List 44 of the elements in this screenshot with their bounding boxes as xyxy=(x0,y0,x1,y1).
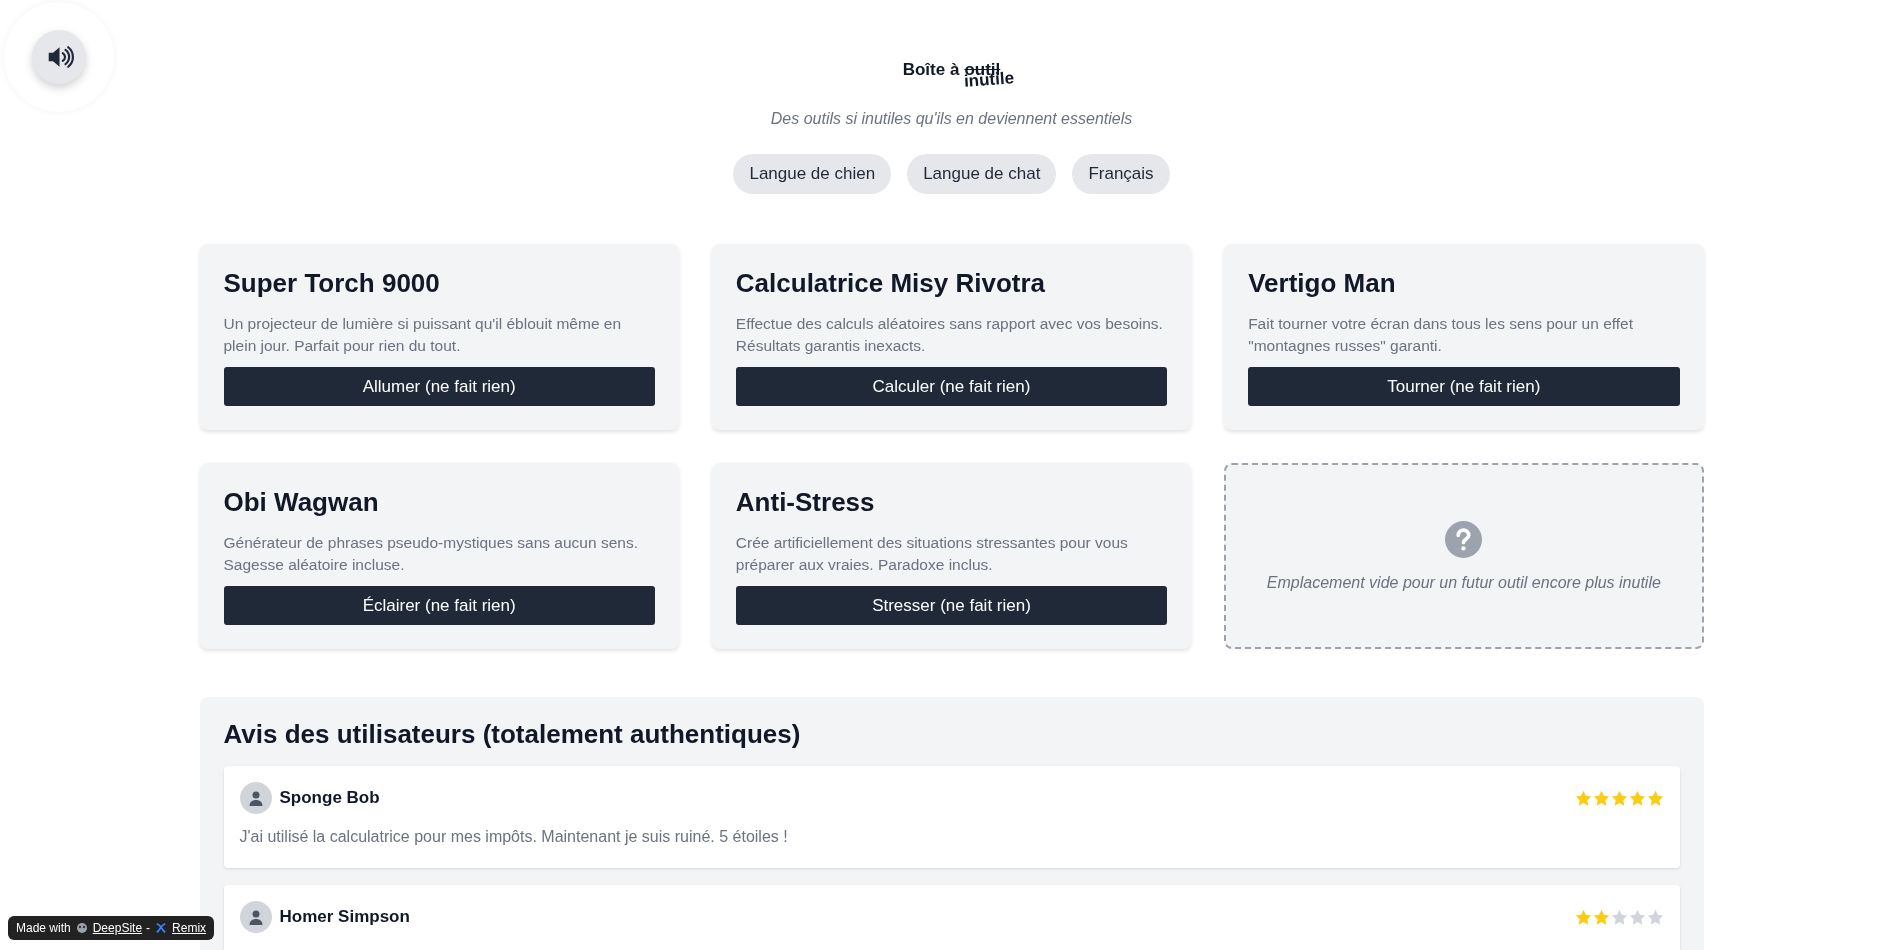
subtitle: Des outils si inutiles qu'ils en deviennent essentiels xyxy=(770,110,1133,128)
empty-slot-text: Emplacement vide pour un futur outil encore plus inutile xyxy=(1266,573,1661,592)
star-icon xyxy=(1592,908,1610,926)
card-title: Obi Wagwan xyxy=(223,487,380,518)
review-text: J'ai utilisé la calculatrice pour mes impôts. Maintenant je suis ruiné. 5 étoiles ! xyxy=(239,828,789,846)
language-button[interactable]: Langue de chat xyxy=(907,154,1057,194)
section-title: Avis des utilisateurs (totalement authentiques) xyxy=(223,719,802,750)
action-button[interactable]: Allumer (ne fait rien) xyxy=(223,367,655,406)
action-button[interactable]: Éclairer (ne fait rien) xyxy=(223,586,655,625)
action-button[interactable]: Calculer (ne fait rien) xyxy=(735,367,1168,406)
star-icon xyxy=(1574,908,1592,926)
star-icon xyxy=(1592,789,1610,807)
separator-text: - xyxy=(146,921,151,935)
card-title: Anti-Stress xyxy=(735,487,876,518)
avatar-icon xyxy=(239,782,272,814)
star-icon xyxy=(1646,789,1664,807)
star-icon xyxy=(1646,908,1664,926)
card-title: Calculatrice Misy Rivotra xyxy=(735,268,1047,299)
avatar-icon xyxy=(239,901,272,933)
card-description: Un projecteur de lumière si puissant qu'il éblouit même en plein jour. Parfait pour rien du tout. xyxy=(223,314,623,356)
sound-button[interactable] xyxy=(32,30,86,84)
action-button[interactable]: Tourner (ne fait rien) xyxy=(1248,367,1680,406)
action-button[interactable]: Stresser (ne fait rien) xyxy=(735,586,1168,625)
question-icon xyxy=(1445,520,1483,558)
language-button[interactable]: Langue de chien xyxy=(733,154,892,194)
card-description: Générateur de phrases pseudo-mystiques sans aucun sens. Sagesse aléatoire incluse. xyxy=(223,533,639,575)
card-description: Crée artificiellement des situations stressantes pour vous préparer aux vraies. Paradoxe inclus. xyxy=(735,533,1129,575)
deepsite-link[interactable]: DeepSite xyxy=(92,921,143,935)
card-description: Effectue des calculs aléatoires sans rapport avec vos besoins. Résultats garantis inexacts. xyxy=(735,314,1164,356)
card-title: Vertigo Man xyxy=(1248,268,1397,299)
remix-link[interactable]: Remix xyxy=(172,921,207,935)
star-icon xyxy=(1628,908,1646,926)
reviewer-name: Sponge Bob xyxy=(279,788,380,808)
star-icon xyxy=(1574,789,1592,807)
language-button[interactable]: Français xyxy=(1072,154,1170,194)
card-description: Fait tourner votre écran dans tous les sens pour un effet "montagnes russes" garanti. xyxy=(1248,314,1634,356)
star-icon xyxy=(1628,789,1646,807)
reviewer-name: Homer Simpson xyxy=(279,907,410,927)
badge-text: Made with xyxy=(16,921,71,935)
star-icon xyxy=(1610,789,1628,807)
card-title: Super Torch 9000 xyxy=(223,268,441,299)
star-icon xyxy=(1610,908,1628,926)
page-title: Boîte à xyxy=(902,60,960,81)
logo-icon xyxy=(74,922,89,934)
